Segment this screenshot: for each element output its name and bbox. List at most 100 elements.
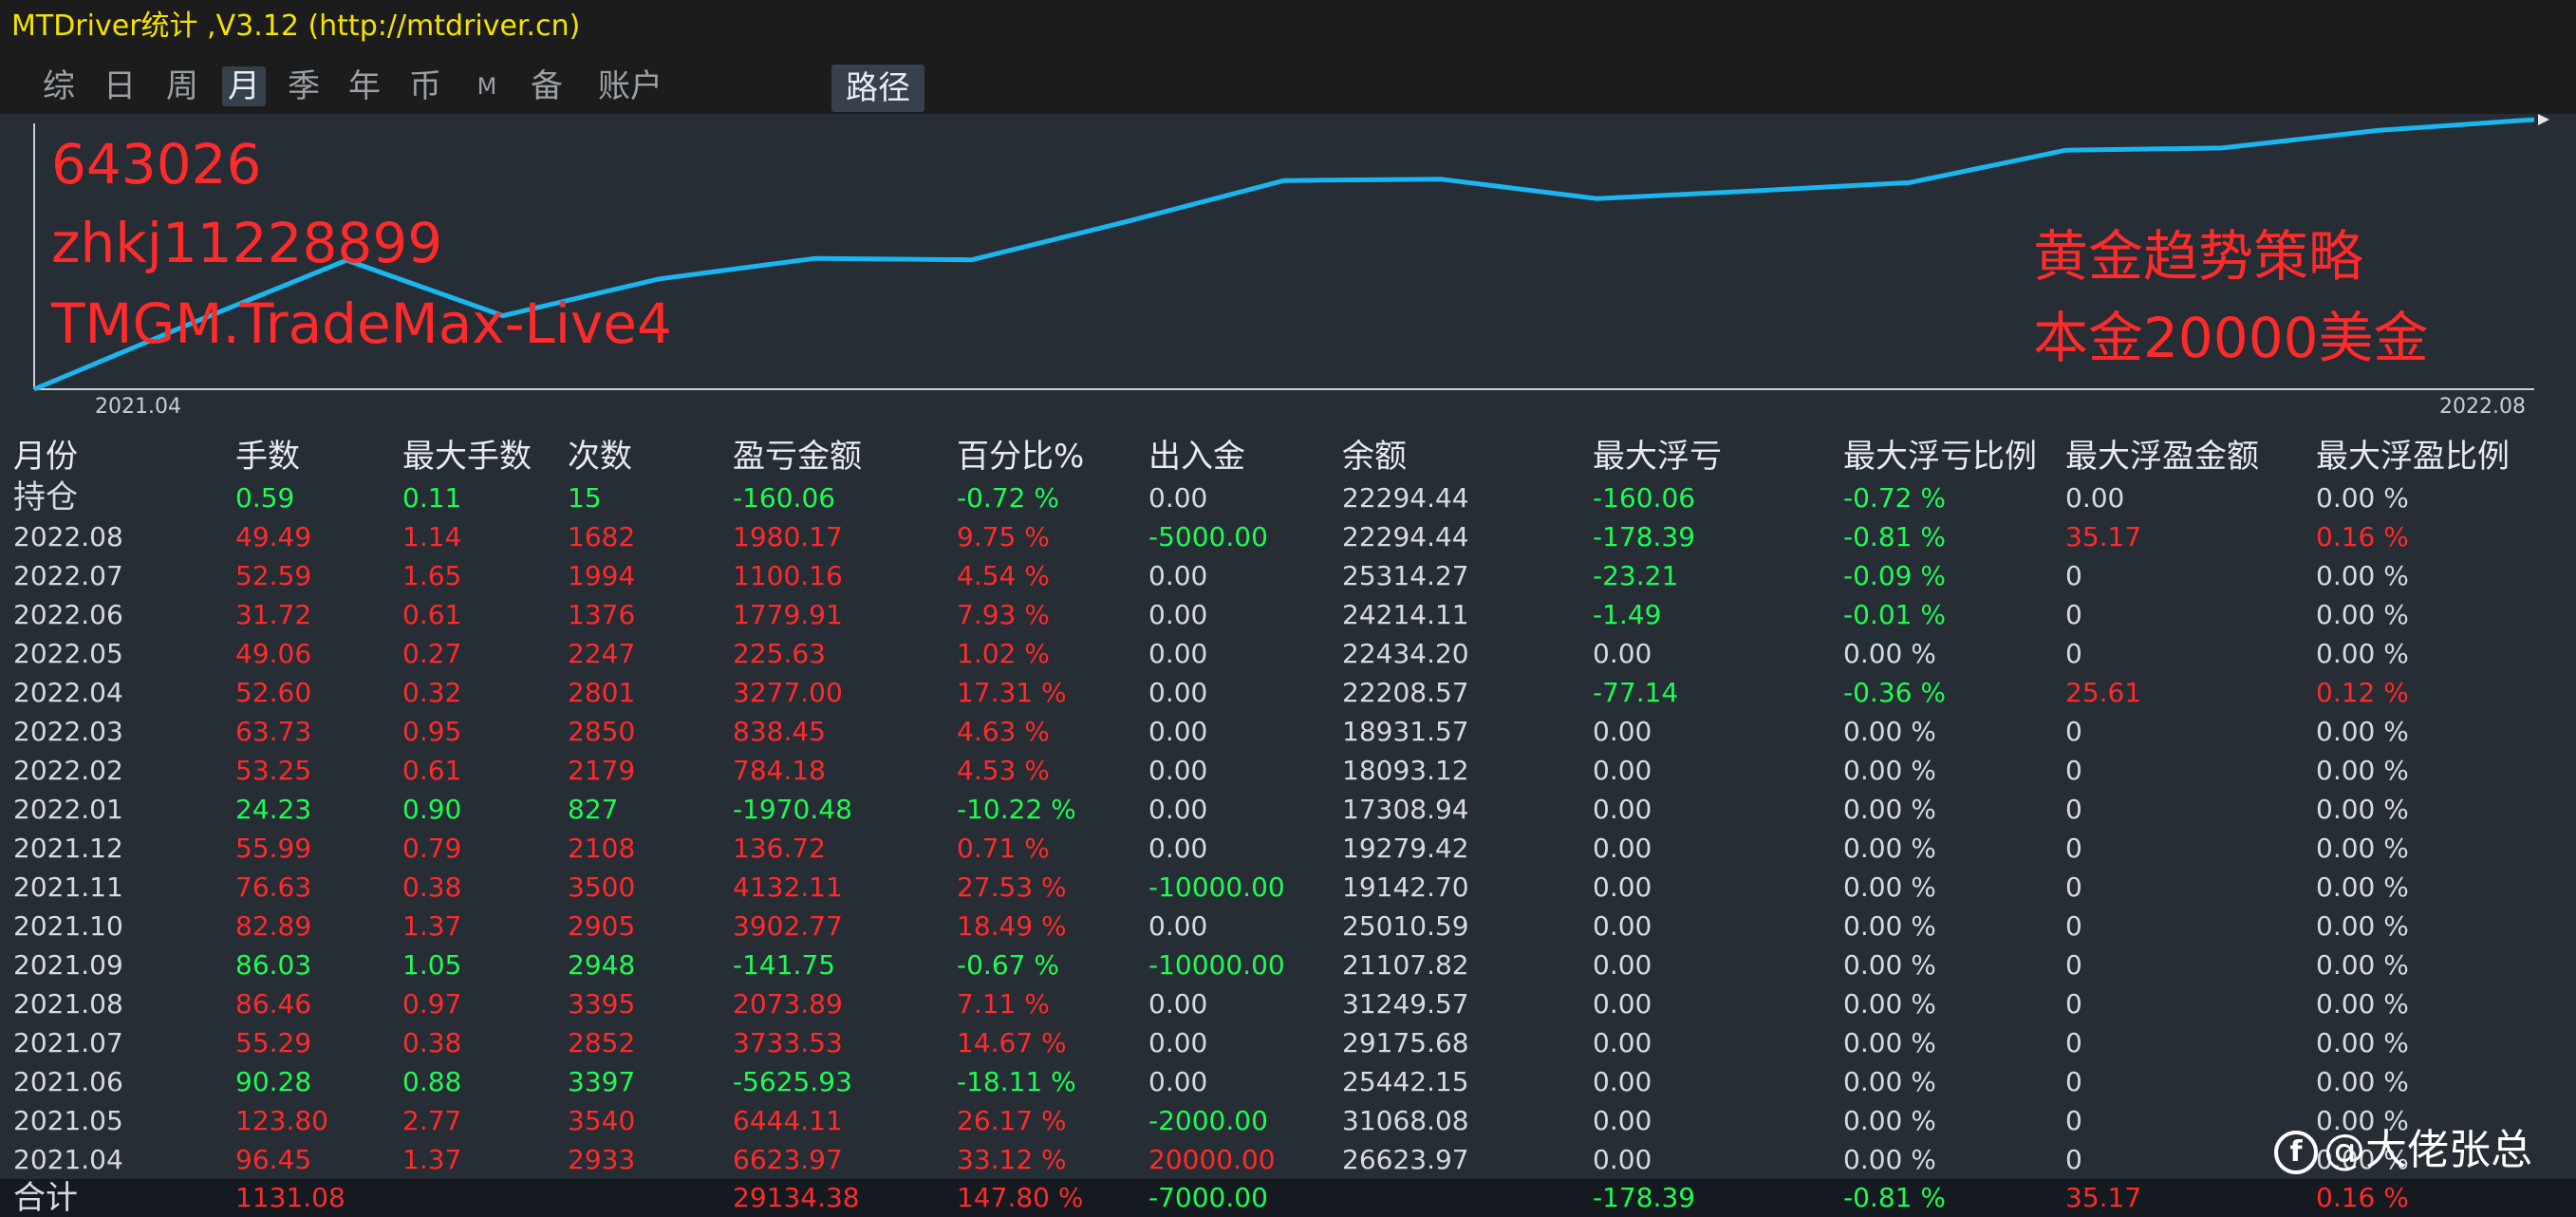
cell-trades: 3395: [568, 984, 635, 1023]
cell-deposit: 0.00: [1148, 829, 1207, 868]
tab-currency[interactable]: 币: [406, 66, 444, 106]
tab-path[interactable]: 路径: [831, 65, 924, 112]
cell-balance: 18093.12: [1342, 751, 1469, 790]
x-axis-start-label: 2021.04: [95, 395, 181, 420]
cell-max-float-loss: 0.00: [1593, 946, 1652, 984]
cell-max-float-profit-pct: 0.12 %: [2316, 673, 2409, 712]
cell-max-float-loss-pct: 0.00 %: [1843, 868, 1936, 907]
cell-max-float-loss-pct: 0.00 %: [1843, 1101, 1936, 1140]
capital-note: 本金20000美金: [2033, 304, 2429, 372]
cell-percent: 14.67 %: [957, 1023, 1067, 1062]
cell-max-float-profit: 0: [2065, 1101, 2082, 1140]
cell-percent: 4.63 %: [957, 712, 1050, 751]
tab-quarter[interactable]: 季: [285, 66, 323, 106]
cell-month: 合计: [13, 1179, 78, 1217]
cell-percent: 9.75 %: [957, 517, 1050, 556]
cell-deposit: 0.00: [1148, 790, 1207, 829]
cell-max-lots: 1.65: [402, 556, 461, 595]
tab-m[interactable]: M: [473, 66, 501, 106]
cell-lots: 49.06: [235, 634, 311, 673]
cell-max-float-loss-pct: -0.09 %: [1843, 556, 1946, 595]
cell-deposit: 0.00: [1148, 751, 1207, 790]
tab-day[interactable]: 日: [101, 66, 139, 106]
cell-pnl: -5625.93: [733, 1062, 852, 1101]
cell-pnl: -1970.48: [733, 790, 852, 829]
cell-max-float-loss: 0.00: [1593, 868, 1652, 907]
cell-trades: 3397: [568, 1062, 635, 1101]
cell-pnl: 784.18: [733, 751, 826, 790]
table-row: 2022.0549.060.272247225.631.02 %0.002243…: [0, 634, 2576, 673]
cell-max-float-loss: 0.00: [1593, 1140, 1652, 1179]
strategy-name: 黄金趋势策略: [2033, 222, 2363, 290]
tab-backup[interactable]: 备: [528, 66, 566, 106]
cell-balance: 25442.15: [1342, 1062, 1469, 1101]
cell-max-float-profit: 0: [2065, 868, 2082, 907]
cell-percent: 17.31 %: [957, 673, 1067, 712]
watermark-text: @大佬张总: [2324, 1126, 2532, 1174]
cell-balance: 31249.57: [1342, 984, 1469, 1023]
cell-max-float-loss-pct: -0.01 %: [1843, 595, 1946, 634]
cell-lots: 55.99: [235, 829, 311, 868]
tab-week[interactable]: 周: [163, 66, 201, 106]
cell-max-float-loss-pct: 0.00 %: [1843, 751, 1936, 790]
cell-balance: 24214.11: [1342, 595, 1469, 634]
cell-max-float-loss-pct: 0.00 %: [1843, 1023, 1936, 1062]
table-row: 2021.0496.451.3729336623.9733.12 %20000.…: [0, 1140, 2576, 1179]
cell-lots: 82.89: [235, 907, 311, 946]
cell-month: 2021.04: [13, 1140, 123, 1179]
table-row: 2021.0755.290.3828523733.5314.67 %0.0029…: [0, 1023, 2576, 1062]
cell-deposit: 0.00: [1148, 1062, 1207, 1101]
cell-percent: 27.53 %: [957, 868, 1067, 907]
table-row: 2021.0986.031.052948-141.75-0.67 %-10000…: [0, 946, 2576, 984]
cell-max-float-profit: 0: [2065, 907, 2082, 946]
cell-max-lots: 0.79: [402, 829, 461, 868]
cell-max-float-profit-pct: 0.00 %: [2316, 1023, 2409, 1062]
cell-deposit: -7000.00: [1148, 1179, 1268, 1217]
cell-trades: 3540: [568, 1101, 635, 1140]
tab-month[interactable]: 月: [222, 66, 266, 106]
cell-balance: 25010.59: [1342, 907, 1469, 946]
cell-percent: -0.72 %: [957, 478, 1059, 517]
cell-max-float-loss: 0.00: [1593, 984, 1652, 1023]
cell-max-float-loss-pct: -0.72 %: [1843, 478, 1946, 517]
cell-pnl: 1779.91: [733, 595, 843, 634]
cell-balance: 22294.44: [1342, 478, 1469, 517]
tab-summary[interactable]: 综: [40, 66, 78, 106]
cell-trades: 827: [568, 790, 618, 829]
cell-max-float-profit: 35.17: [2065, 517, 2141, 556]
cell-month: 2021.10: [13, 907, 123, 946]
cell-max-float-profit: 0.00: [2065, 478, 2124, 517]
cell-pnl: 1100.16: [733, 556, 843, 595]
table-row: 2022.0452.600.3228013277.0017.31 %0.0022…: [0, 673, 2576, 712]
cell-balance: 31068.08: [1342, 1101, 1469, 1140]
table-body: 持仓0.590.1115-160.06-0.72 %0.0022294.44-1…: [0, 478, 2576, 1179]
cell-percent: -18.11 %: [957, 1062, 1076, 1101]
cell-max-float-profit-pct: 0.00 %: [2316, 712, 2409, 751]
tab-year[interactable]: 年: [345, 66, 383, 106]
cell-percent: -10.22 %: [957, 790, 1076, 829]
header-trades: 次数: [568, 435, 632, 478]
table-row: 2022.0124.230.90827-1970.48-10.22 %0.001…: [0, 790, 2576, 829]
cell-max-float-loss-pct: -0.81 %: [1843, 517, 1946, 556]
cell-month: 2021.11: [13, 868, 123, 907]
cell-trades: 2108: [568, 829, 635, 868]
cell-max-float-profit: 0: [2065, 556, 2082, 595]
header-max-float-loss-pct: 最大浮亏比例: [1843, 435, 2037, 478]
cell-lots: 55.29: [235, 1023, 311, 1062]
cell-max-float-profit-pct: 0.16 %: [2316, 517, 2409, 556]
cell-month: 持仓: [13, 478, 78, 517]
cell-deposit: 0.00: [1148, 556, 1207, 595]
cell-month: 2021.05: [13, 1101, 123, 1140]
cell-pnl: 6444.11: [733, 1101, 843, 1140]
table-row: 2022.0363.730.952850838.454.63 %0.001893…: [0, 712, 2576, 751]
table-row: 2021.1082.891.3729053902.7718.49 %0.0025…: [0, 907, 2576, 946]
cell-max-float-loss-pct: -0.36 %: [1843, 673, 1946, 712]
cell-month: 2022.05: [13, 634, 123, 673]
cell-month: 2022.04: [13, 673, 123, 712]
cell-month: 2022.01: [13, 790, 123, 829]
cell-trades: 2801: [568, 673, 635, 712]
cell-pnl: 6623.97: [733, 1140, 843, 1179]
tab-account[interactable]: 账户: [592, 66, 668, 106]
cell-percent: 0.71 %: [957, 829, 1050, 868]
table-row-position: 持仓0.590.1115-160.06-0.72 %0.0022294.44-1…: [0, 478, 2576, 517]
